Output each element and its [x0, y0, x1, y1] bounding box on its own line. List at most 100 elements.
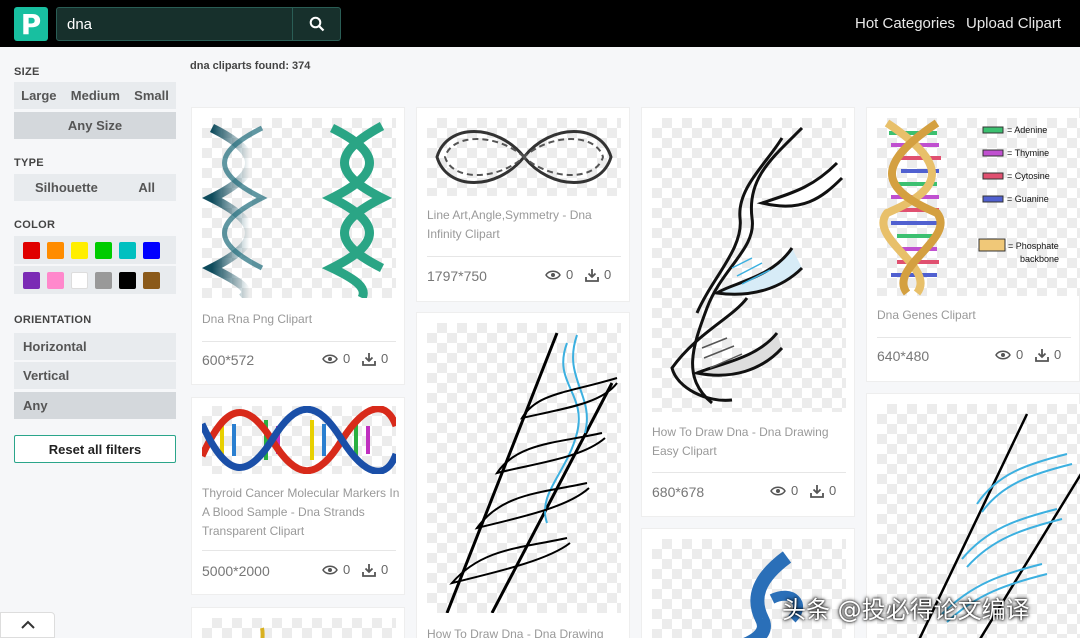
clipart-card[interactable]	[191, 607, 405, 638]
view-count: 0	[995, 347, 1023, 362]
clipart-thumbnail[interactable]	[201, 118, 396, 302]
eye-icon	[322, 565, 338, 574]
dna-rna-image	[201, 122, 393, 302]
clipart-title[interactable]: Dna Rna Png Clipart	[202, 310, 396, 329]
view-count: 0	[545, 267, 573, 282]
legend-thymine: = Thymine	[1007, 148, 1049, 158]
eye-icon	[770, 486, 786, 495]
clipart-dimensions: 680*678	[652, 484, 705, 500]
download-count: 0	[810, 483, 836, 498]
view-count: 0	[770, 483, 798, 498]
clipart-card[interactable]: Thyroid Cancer Molecular Markers In A Bl…	[191, 397, 405, 595]
download-icon	[362, 563, 376, 577]
eye-icon	[545, 270, 561, 279]
clipart-card[interactable]: Dna Rna Png Clipart 600*572 0 0	[191, 107, 405, 385]
legend-phosphate: = Phosphate	[1008, 241, 1059, 251]
search-button[interactable]	[292, 8, 340, 40]
color-pink-swatch[interactable]	[47, 271, 64, 289]
orientation-any-button[interactable]: Any	[14, 392, 176, 419]
type-options: Silhouette All	[14, 174, 176, 201]
type-title: TYPE	[14, 157, 44, 169]
download-count: 0	[585, 267, 611, 282]
size-options: Large Medium Small	[14, 82, 176, 109]
clipart-card[interactable]: How To Draw Dna - Dna Drawing Easy Clipa…	[641, 107, 855, 517]
clipart-card[interactable]: = Adenine = Thymine = Cytosine = Guanine…	[866, 107, 1080, 382]
nav-upload-clipart[interactable]: Upload Clipart	[966, 15, 1061, 32]
clipart-card[interactable]: Line Art,Angle,Symmetry - Dna Infinity C…	[416, 107, 630, 302]
search-input[interactable]	[57, 8, 293, 40]
filter-sidebar: SIZE Large Medium Small Any Size TYPE Si…	[0, 47, 190, 638]
reset-filters-button[interactable]: Reset all filters	[14, 435, 176, 463]
color-black-swatch[interactable]	[119, 271, 136, 289]
nav-hot-categories[interactable]: Hot Categories	[855, 15, 955, 32]
clipart-thumbnail[interactable]	[198, 405, 400, 475]
view-count: 0	[322, 562, 350, 577]
clipart-dimensions: 1797*750	[427, 268, 487, 284]
clipart-thumbnail[interactable]: = Adenine = Thymine = Cytosine = Guanine…	[877, 118, 1080, 296]
clipart-title[interactable]: Thyroid Cancer Molecular Markers In A Bl…	[202, 484, 400, 541]
legend-cytosine: = Cytosine	[1007, 171, 1050, 181]
view-count: 0	[322, 351, 350, 366]
color-cyan-swatch[interactable]	[119, 241, 136, 259]
orientation-horizontal-button[interactable]: Horizontal	[14, 333, 176, 360]
dna-easy-drawing-image	[670, 126, 844, 405]
scroll-to-top-button[interactable]	[0, 612, 55, 638]
eye-icon	[995, 350, 1011, 359]
top-bar: P Hot Categories Upload Clipart	[0, 0, 1080, 47]
dna-drawing-image	[445, 332, 618, 614]
clipart-title[interactable]: Line Art,Angle,Symmetry - Dna Infinity C…	[427, 206, 621, 244]
color-brown-swatch[interactable]	[143, 271, 160, 289]
orientation-title: ORIENTATION	[14, 314, 92, 326]
clipart-dimensions: 5000*2000	[202, 563, 270, 579]
watermark-text: 头条 @投必得论文编译	[782, 596, 1030, 624]
color-title: COLOR	[14, 219, 56, 231]
color-orange-swatch[interactable]	[47, 241, 64, 259]
divider	[427, 256, 621, 257]
type-silhouette-button[interactable]: Silhouette	[35, 180, 98, 195]
download-icon	[585, 268, 599, 282]
download-count: 0	[362, 351, 388, 366]
divider	[202, 341, 396, 342]
size-small-button[interactable]: Small	[134, 88, 169, 103]
chevron-up-icon	[20, 620, 35, 629]
download-icon	[1035, 348, 1049, 362]
clipart-title[interactable]: Dna Genes Clipart	[877, 306, 1071, 325]
clipart-title[interactable]: How To Draw Dna - Dna Drawing Easy Clipa…	[652, 423, 846, 461]
divider	[652, 472, 846, 473]
site-logo[interactable]: P	[14, 7, 48, 41]
clipart-card[interactable]: How To Draw Dna - Dna Drawing	[416, 312, 630, 638]
download-count: 0	[362, 562, 388, 577]
size-title: SIZE	[14, 66, 40, 78]
clipart-title[interactable]: How To Draw Dna - Dna Drawing	[427, 625, 621, 638]
color-row-2	[14, 266, 176, 294]
clipart-dimensions: 600*572	[202, 352, 255, 368]
color-yellow-swatch[interactable]	[71, 241, 88, 259]
dna-infinity-image	[435, 130, 613, 184]
clipart-thumbnail[interactable]	[427, 118, 621, 196]
clipart-thumbnail[interactable]	[427, 323, 621, 614]
color-purple-swatch[interactable]	[23, 271, 40, 289]
divider	[202, 550, 396, 551]
clipart-dimensions: 640*480	[877, 348, 930, 364]
clipart-thumbnail[interactable]	[202, 618, 396, 638]
clipart-thumbnail[interactable]	[652, 118, 846, 412]
legend-adenine: = Adenine	[1007, 125, 1047, 135]
eye-icon	[322, 354, 338, 363]
size-large-button[interactable]: Large	[21, 88, 56, 103]
results-count: dna cliparts found: 374	[190, 60, 311, 72]
download-icon	[810, 484, 824, 498]
orientation-vertical-button[interactable]: Vertical	[14, 362, 176, 389]
legend-backbone: backbone	[1020, 254, 1059, 264]
color-red-swatch[interactable]	[23, 241, 40, 259]
dna-genes-image: = Adenine = Thymine = Cytosine = Guanine…	[879, 119, 1059, 296]
size-any-button[interactable]: Any Size	[14, 112, 176, 139]
type-all-button[interactable]: All	[138, 180, 155, 195]
divider	[877, 337, 1071, 338]
color-green-swatch[interactable]	[95, 241, 112, 259]
download-count: 0	[1035, 347, 1061, 362]
color-white-swatch[interactable]	[71, 271, 88, 289]
color-blue-swatch[interactable]	[143, 241, 160, 259]
color-gray-swatch[interactable]	[95, 271, 112, 289]
size-medium-button[interactable]: Medium	[71, 88, 120, 103]
legend-guanine: = Guanine	[1007, 194, 1049, 204]
